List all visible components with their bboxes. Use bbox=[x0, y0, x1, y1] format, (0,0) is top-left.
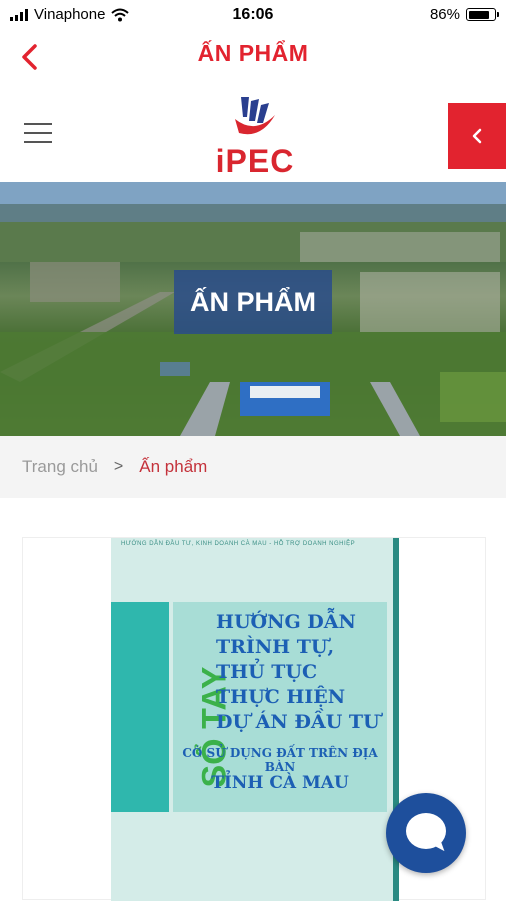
chevron-left-icon bbox=[472, 128, 482, 144]
book-line: HƯỚNG DẪN bbox=[216, 611, 356, 633]
book-line: THỦ TỤC bbox=[216, 661, 318, 683]
ipec-logo[interactable]: iPEC bbox=[205, 93, 305, 179]
battery-fill bbox=[468, 10, 490, 19]
book-line: TRÌNH TỰ, bbox=[216, 636, 335, 658]
breadcrumb: Trang chủ > Ấn phẩm bbox=[0, 436, 506, 498]
book-line: THỰC HIỆN bbox=[216, 686, 346, 708]
side-menu-toggle[interactable] bbox=[448, 103, 506, 169]
page-title: ẤN PHẨM bbox=[197, 40, 309, 66]
site-header: iPEC bbox=[0, 85, 506, 181]
book-title-lines: HƯỚNG DẪN TRÌNH TỰ, THỦ TỤC THỰC HIỆN DỰ… bbox=[216, 610, 380, 735]
hero-banner: ẤN PHẨM bbox=[0, 182, 506, 436]
chat-button[interactable] bbox=[386, 793, 466, 873]
battery-icon bbox=[466, 8, 499, 21]
hamburger-icon[interactable] bbox=[24, 123, 52, 145]
status-right: 86% bbox=[429, 6, 499, 23]
book-top-text: HƯỚNG DẪN ĐẦU TƯ, KINH DOANH CÀ MAU - HỖ… bbox=[121, 541, 356, 547]
battery-percent: 86% bbox=[429, 6, 460, 23]
book-line: DỰ ÁN ĐẦU TƯ bbox=[216, 711, 380, 733]
book-cover[interactable]: HƯỚNG DẪN ĐẦU TƯ, KINH DOANH CÀ MAU - HỖ… bbox=[111, 538, 399, 901]
hero-title: ẤN PHẨM bbox=[174, 270, 332, 334]
breadcrumb-separator: > bbox=[113, 458, 124, 475]
nav-header: ẤN PHẨM bbox=[0, 30, 506, 84]
book-subtitle: CÓ SỬ DỤNG ĐẤT TRÊN ĐỊA BÀN bbox=[182, 746, 378, 774]
breadcrumb-current: Ấn phẩm bbox=[139, 457, 208, 476]
logo-text: iPEC bbox=[215, 143, 295, 179]
book-accent-block bbox=[111, 602, 169, 812]
logo-mark-icon bbox=[235, 97, 275, 135]
breadcrumb-home-link[interactable]: Trang chủ bbox=[22, 457, 98, 477]
status-bar: Vinaphone 16:06 86% bbox=[0, 0, 506, 30]
book-place: TỈNH CÀ MAU bbox=[211, 773, 349, 793]
